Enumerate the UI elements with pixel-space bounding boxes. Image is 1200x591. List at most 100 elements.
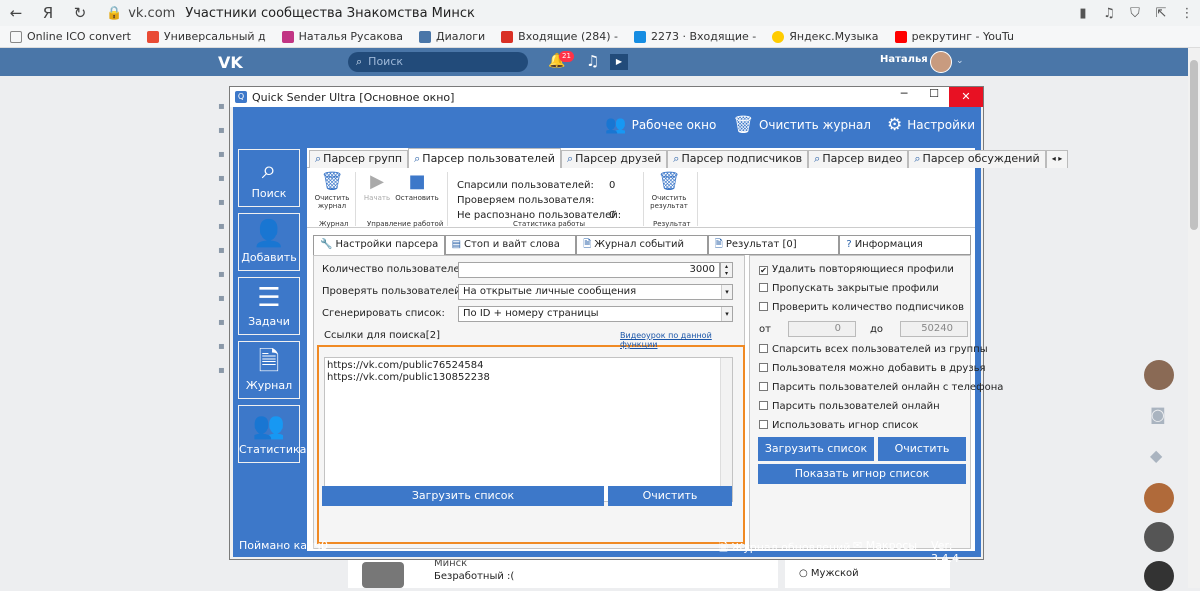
chat-avatar[interactable] (1144, 561, 1174, 591)
play-icon[interactable]: ▶ (610, 54, 628, 70)
maximize-button[interactable]: ☐ (919, 87, 949, 107)
tab-discussions-parser[interactable]: ⌕ Парсер обсуждений (908, 150, 1046, 168)
option-check-followers[interactable]: Проверить количество подписчиков (759, 302, 964, 313)
checkbox[interactable] (759, 302, 768, 311)
extension-icon[interactable]: ♫ (1096, 6, 1122, 21)
vk-left-menu-icons: ▪ ▪ ▪ ▪ ▪ ▪ ▪ ▪ ▪ ▪ ▪ ▪ (218, 101, 225, 376)
tab-friends-parser[interactable]: ⌕ Парсер друзей (560, 150, 668, 168)
bookmark-item[interactable]: Online ICO convert (10, 30, 131, 43)
updates-log-button[interactable]: 🗎 Журнал обновлений (719, 539, 850, 558)
site-icon (146, 30, 159, 43)
bookmark-item[interactable]: Диалоги (418, 30, 485, 43)
show-ignore-button[interactable]: Показать игнор список (758, 464, 966, 484)
option-can-add-friend[interactable]: Пользователя можно добавить в друзья (759, 363, 986, 374)
count-input[interactable]: 3000 (458, 262, 720, 278)
menu-search-button[interactable]: ⌕ Поиск (238, 149, 300, 207)
clear-ignore-button[interactable]: Очистить (878, 437, 966, 461)
load-list-button[interactable]: Загрузить список (322, 486, 604, 506)
clear-list-button[interactable]: Очистить (608, 486, 732, 506)
back-icon[interactable]: ← (0, 4, 32, 22)
tab-scroll-arrows[interactable]: ◂ ▸ (1045, 150, 1069, 168)
option-parse-all[interactable]: Спарсить всех пользователей из группы (759, 344, 988, 355)
bookmark-item[interactable]: Универсальный д (146, 30, 266, 43)
chat-avatar[interactable] (1144, 360, 1174, 390)
tab-stop-words[interactable]: ▤ Стоп и вайт слова (444, 235, 577, 255)
from-input[interactable]: 0 (788, 321, 856, 337)
document-icon: 🗎 (714, 239, 723, 250)
clear-journal-button[interactable]: 🗑 Очистить журнал (313, 170, 351, 210)
tab-information[interactable]: ? Информация (839, 235, 971, 255)
chat-avatar[interactable] (1144, 483, 1174, 513)
bookmark-item[interactable]: Входящие (284) - (501, 30, 618, 43)
reload-icon[interactable]: ↻ (64, 4, 96, 22)
checkbox[interactable] (759, 363, 768, 372)
tab-result[interactable]: 🗎 Результат [0] (707, 235, 840, 255)
checkbox[interactable] (759, 283, 768, 292)
tab-video-parser[interactable]: ⌕ Парсер видео (808, 150, 909, 168)
checkbox[interactable] (759, 382, 768, 391)
checkbox-checked[interactable]: ✔ (759, 266, 768, 275)
address-bar[interactable]: 🔒 vk.com Участники сообщества Знакомства… (106, 2, 1070, 24)
stop-button[interactable]: ■ Остановить (395, 170, 439, 202)
member-card[interactable]: Минск Безработный :( (348, 558, 778, 588)
chat-avatar[interactable] (1144, 522, 1174, 552)
textarea-scrollbar[interactable] (720, 358, 732, 501)
bookmark-item[interactable]: рекрутинг - YouTu (894, 30, 1014, 43)
links-textarea[interactable]: https://vk.com/public76524584 https://vk… (324, 357, 733, 502)
menu-journal-button[interactable]: 🗎 Журнал (238, 341, 300, 399)
stop-icon: ■ (408, 171, 426, 192)
extension-icon-2[interactable]: ⇱ (1148, 6, 1174, 21)
scrollbar[interactable] (1188, 48, 1200, 588)
clear-result-button[interactable]: 🗑 Очистить результат (647, 170, 691, 210)
option-ignore-list[interactable]: Использовать игнор список (759, 420, 918, 431)
tab-user-parser[interactable]: ⌕ Парсер пользователей (408, 148, 561, 168)
to-input[interactable]: 50240 (900, 321, 968, 337)
option-online[interactable]: Парсить пользователей онлайн (759, 401, 940, 412)
tab-parser-settings[interactable]: 🔧 Настройки парсера (313, 235, 445, 255)
macros-button[interactable]: ✉ Макросы (853, 539, 917, 552)
minimize-button[interactable]: ─ (889, 87, 919, 107)
bookmark-item[interactable]: Наталья Русакова (281, 30, 403, 43)
video-tutorial-link[interactable]: Видеоурок по данной функции (620, 331, 744, 349)
vk-user-name[interactable]: Наталья (880, 54, 928, 65)
start-button[interactable]: ▶ Начать (359, 170, 395, 202)
radio-male[interactable]: ○ Мужской (799, 568, 859, 579)
count-spinner[interactable]: ▴ ▾ (720, 262, 733, 278)
menu-icon[interactable]: ⋮ (1174, 6, 1200, 21)
bookmark-item[interactable]: Яндекс.Музыка (772, 30, 879, 43)
vk-logo[interactable]: VK (218, 53, 243, 72)
clear-log-button[interactable]: 🗑 Очистить журнал (732, 115, 871, 135)
menu-tasks-button[interactable]: ☰ Задачи (238, 277, 300, 335)
tab-group-parser[interactable]: ⌕ Парсер групп (309, 150, 409, 168)
load-ignore-button[interactable]: Загрузить список (758, 437, 874, 461)
to-label: до (870, 324, 884, 335)
tab-subscribers-parser[interactable]: ⌕ Парсер подписчиков (667, 150, 809, 168)
option-skip-closed[interactable]: Пропускать закрытые профили (759, 283, 939, 294)
shield-icon[interactable]: ⛉ (1122, 6, 1148, 21)
bookmark-icon[interactable]: ▮ (1070, 6, 1096, 21)
tab-event-log[interactable]: 🗎 Журнал событий (576, 235, 708, 255)
window-titlebar[interactable]: Q Quick Sender Ultra [Основное окно] ─ ☐… (230, 87, 983, 107)
dog-icon[interactable]: ◆ (1150, 446, 1162, 465)
check-select[interactable]: На открытые личные сообщения ▾ (458, 284, 733, 300)
menu-add-button[interactable]: 👤 Добавить (238, 213, 300, 271)
menu-statistics-button[interactable]: 👥 Статистика (238, 405, 306, 463)
checkbox[interactable] (759, 344, 768, 353)
settings-button[interactable]: ⚙ Настройки (887, 115, 975, 135)
option-online-phone[interactable]: Парсить пользователей онлайн с телефона (759, 382, 1003, 393)
chevron-down-icon[interactable]: ⌄ (956, 56, 964, 66)
camera-icon[interactable]: ◙ (1150, 405, 1166, 424)
bookmark-item[interactable]: 2273 · Входящие - (633, 30, 756, 43)
yandex-icon[interactable]: Я (32, 4, 64, 22)
music-icon[interactable]: ♫ (586, 52, 599, 70)
close-button[interactable]: ✕ (949, 87, 983, 107)
vk-search-input[interactable]: ⌕ Поиск (348, 52, 528, 72)
work-window-button[interactable]: 👥 Рабочее окно (605, 115, 716, 135)
parser-tabs: ⌕ Парсер групп ⌕ Парсер пользователей ⌕ Пар… (307, 148, 1069, 168)
generate-select[interactable]: По ID + номеру страницы ▾ (458, 306, 733, 322)
avatar[interactable] (930, 51, 952, 73)
checkbox[interactable] (759, 420, 768, 429)
scrollbar-thumb[interactable] (1190, 60, 1198, 230)
checkbox[interactable] (759, 401, 768, 410)
option-remove-duplicates[interactable]: ✔ Удалить повторяющиеся профили (759, 264, 954, 275)
